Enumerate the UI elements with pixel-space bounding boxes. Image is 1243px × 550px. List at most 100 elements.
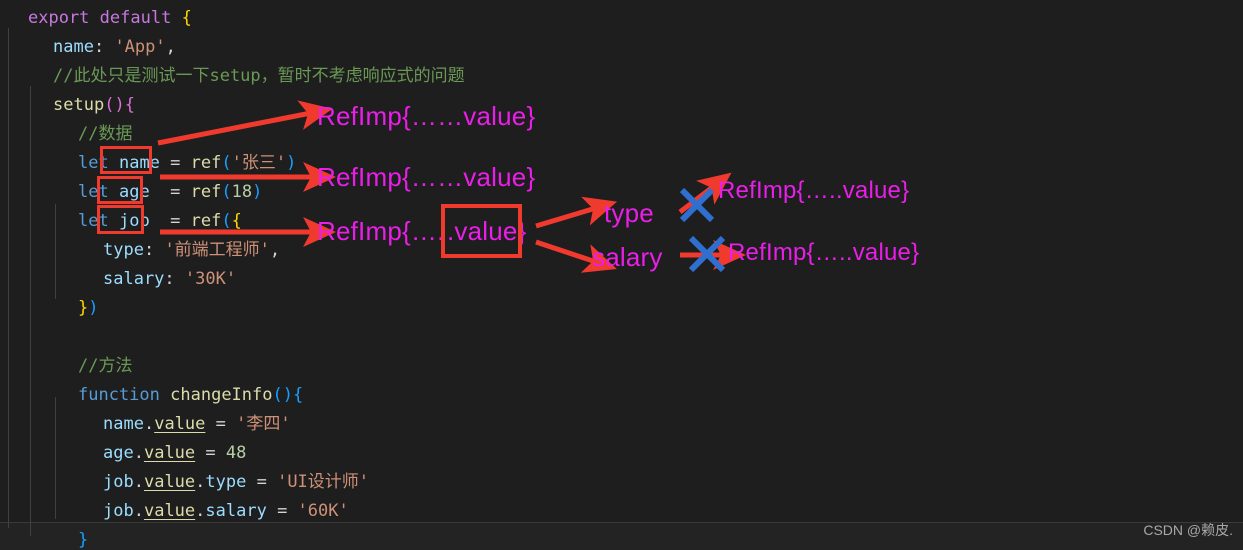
code-token: job: [103, 501, 134, 521]
code-token: {: [124, 95, 135, 115]
code-token: default: [99, 8, 172, 28]
code-line[interactable]: type: '前端工程师',: [0, 236, 1243, 266]
code-line[interactable]: function changeInfo(){: [0, 381, 1243, 411]
code-token: ): [114, 95, 125, 115]
code-line[interactable]: let name = ref('张三'): [0, 149, 1243, 179]
code-token: //此处只是测试一下setup，暂时不考虑响应式的问题: [53, 66, 465, 86]
code-token: let: [78, 153, 109, 173]
code-token: ): [286, 153, 297, 173]
code-token: .: [133, 472, 144, 492]
code-line[interactable]: age.value = 48: [0, 439, 1243, 469]
code-editor-content[interactable]: export default {name: 'App',//此处只是测试一下se…: [0, 0, 1243, 550]
code-token: 'UI设计师': [277, 472, 370, 492]
code-token: let: [78, 211, 109, 231]
code-token: =: [195, 443, 226, 463]
code-token: age: [103, 443, 134, 463]
code-token: age: [118, 182, 150, 202]
code-token: name: [53, 37, 94, 57]
code-token: =: [266, 501, 298, 521]
code-line[interactable]: }): [0, 294, 1243, 324]
code-token: =: [149, 211, 191, 231]
code-token: (: [104, 95, 115, 115]
code-token: ): [88, 298, 99, 318]
code-line[interactable]: //方法: [0, 352, 1243, 382]
code-token: :: [93, 37, 115, 57]
code-token: }: [78, 298, 89, 318]
code-token: function: [78, 385, 160, 405]
code-token: type: [103, 240, 144, 260]
code-line[interactable]: name.value = '李四': [0, 410, 1243, 440]
code-token: 48: [225, 443, 247, 463]
code-token: '张三': [231, 153, 287, 173]
code-token: {: [293, 385, 304, 405]
code-line[interactable]: let job = ref({: [0, 207, 1243, 237]
code-token: //方法: [78, 356, 133, 376]
code-line[interactable]: job.value.salary = '60K': [0, 497, 1243, 527]
code-line[interactable]: //此处只是测试一下setup，暂时不考虑响应式的问题: [0, 62, 1243, 92]
code-token: ,: [165, 37, 176, 57]
code-token: .: [195, 501, 206, 521]
code-token: ref: [190, 153, 222, 173]
code-token: changeInfo: [170, 385, 273, 405]
code-token: .: [195, 472, 206, 492]
code-token: '前端工程师': [164, 240, 270, 260]
code-token: type: [205, 472, 247, 492]
code-token: :: [164, 269, 185, 289]
code-token: job: [118, 211, 150, 231]
code-token: .: [133, 501, 144, 521]
code-token: '李四': [236, 414, 291, 434]
code-token: (: [221, 153, 232, 173]
code-token: =: [149, 182, 191, 202]
code-token: 'App': [114, 37, 166, 57]
code-token: '60K': [297, 501, 349, 521]
code-line[interactable]: let age = ref(18): [0, 178, 1243, 208]
code-token: export: [28, 8, 90, 28]
code-token: =: [205, 414, 237, 434]
code-token: //数据: [78, 124, 133, 144]
code-line[interactable]: name: 'App',: [0, 33, 1243, 63]
code-token: =: [246, 472, 278, 492]
code-line[interactable]: [0, 323, 1243, 353]
screenshot-root: export default {name: 'App',//此处只是测试一下se…: [0, 0, 1243, 550]
code-token: (: [272, 385, 283, 405]
code-token: name: [118, 153, 160, 173]
code-token: (: [221, 211, 232, 231]
code-line[interactable]: setup(){: [0, 91, 1243, 121]
code-line[interactable]: salary: '30K': [0, 265, 1243, 295]
code-token: =: [159, 153, 191, 173]
code-token: {: [231, 211, 242, 231]
code-token: ref: [190, 182, 222, 202]
code-token: ,: [269, 240, 281, 260]
code-line[interactable]: //数据: [0, 120, 1243, 150]
code-token: .: [143, 414, 155, 434]
code-token: salary: [205, 501, 267, 521]
code-token: value: [143, 472, 196, 492]
code-token: setup: [53, 95, 105, 115]
code-token: ): [252, 182, 263, 202]
code-token: name: [103, 414, 144, 434]
code-token: ): [282, 385, 293, 405]
code-token: ref: [190, 211, 222, 231]
code-token: salary: [103, 269, 165, 289]
code-token: 18: [231, 182, 253, 202]
code-line[interactable]: export default {: [0, 4, 1243, 34]
code-token: .: [133, 443, 144, 463]
code-token: (: [221, 182, 232, 202]
code-token: }: [78, 530, 89, 550]
code-token: let: [78, 182, 109, 202]
code-token: value: [143, 443, 196, 463]
code-token: job: [103, 472, 134, 492]
code-token: value: [143, 501, 196, 521]
code-line[interactable]: }: [0, 526, 1243, 550]
code-line[interactable]: job.value.type = 'UI设计师': [0, 468, 1243, 498]
code-token: :: [143, 240, 165, 260]
code-token: '30K': [184, 269, 237, 289]
watermark: CSDN @赖皮.: [1143, 522, 1233, 538]
code-token: {: [181, 8, 192, 28]
